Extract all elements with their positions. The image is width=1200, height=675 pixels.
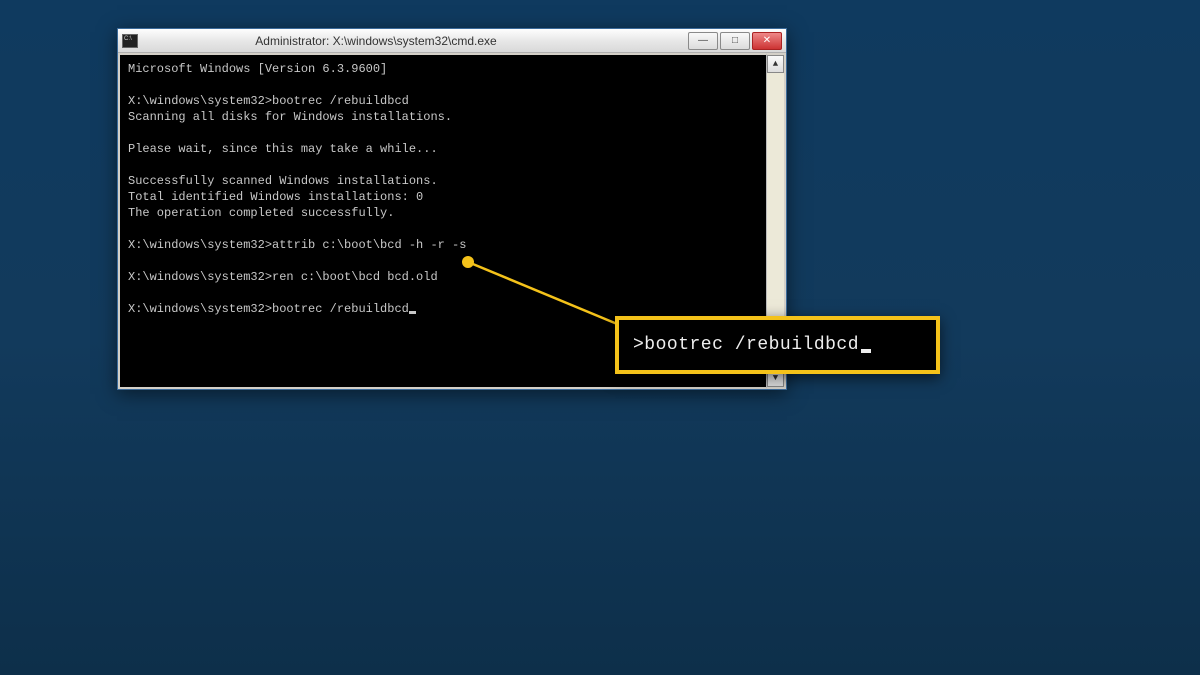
- titlebar[interactable]: Administrator: X:\windows\system32\cmd.e…: [118, 29, 786, 53]
- callout-cursor: [861, 349, 871, 353]
- scroll-up-button[interactable]: ▲: [767, 55, 784, 73]
- callout-text: >bootrec /rebuildbcd: [633, 335, 859, 355]
- window-controls: — □ ✕: [688, 32, 782, 50]
- close-button[interactable]: ✕: [752, 32, 782, 50]
- terminal-cursor: [409, 311, 416, 314]
- window-title: Administrator: X:\windows\system32\cmd.e…: [64, 34, 688, 48]
- command-callout: >bootrec /rebuildbcd: [615, 316, 940, 374]
- cmd-icon: [122, 34, 138, 48]
- minimize-button[interactable]: —: [688, 32, 718, 50]
- maximize-button[interactable]: □: [720, 32, 750, 50]
